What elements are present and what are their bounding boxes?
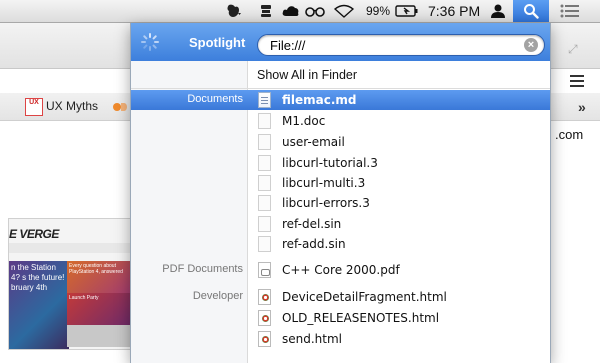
- wifi-icon[interactable]: [334, 4, 354, 18]
- result-label: send.html: [282, 332, 343, 346]
- menu-bar: 99% 7:36 PM: [0, 0, 600, 23]
- result-row[interactable]: libcurl-errors.3: [131, 193, 550, 213]
- thumbnail-hero: n the Station 4? s the future! bruary 4t…: [9, 261, 69, 349]
- file-icon: [258, 134, 271, 150]
- file-icon: [258, 236, 271, 252]
- result-row[interactable]: user-email: [131, 132, 550, 152]
- file-icon: [258, 216, 271, 232]
- result-label: M1.doc: [282, 114, 326, 128]
- result-row[interactable]: Documents filemac.md: [131, 90, 550, 110]
- spotlight-header: Spotlight ×: [131, 23, 550, 61]
- partial-email-text: .com: [555, 127, 584, 142]
- file-icon: [258, 195, 271, 211]
- result-category: PDF Documents: [162, 263, 243, 275]
- spinner-icon: [141, 33, 159, 51]
- result-row[interactable]: M1.doc: [131, 111, 550, 131]
- result-row[interactable]: send.html: [131, 329, 550, 349]
- pdf-icon: [258, 262, 271, 278]
- result-category: Developer: [192, 290, 243, 302]
- thumbnail-card-1: Every question about PlayStation 4, answ…: [67, 261, 133, 293]
- result-row[interactable]: ref-add.sin: [131, 234, 550, 254]
- result-row[interactable]: PDF Documents C++ Core 2000.pdf: [131, 260, 550, 280]
- result-label: DeviceDetailFragment.html: [282, 290, 447, 304]
- html-icon: [258, 331, 271, 347]
- result-label: filemac.md: [282, 93, 357, 107]
- spotlight-panel: Spotlight × Show All in Finder Documents…: [130, 23, 551, 363]
- result-row[interactable]: libcurl-tutorial.3: [131, 153, 550, 173]
- bookmark-dot-icon-2: [121, 103, 127, 111]
- thumbnail-nav: [9, 243, 133, 253]
- result-label: ref-add.sin: [282, 237, 346, 251]
- result-label: libcurl-multi.3: [282, 176, 366, 190]
- bookmark-ux-myths[interactable]: UX Myths: [46, 99, 98, 113]
- spotlight-title: Spotlight: [189, 35, 246, 50]
- show-all-in-finder[interactable]: Show All in Finder: [257, 68, 357, 82]
- result-label: OLD_RELEASENOTES.html: [282, 311, 440, 325]
- evernote-icon[interactable]: [226, 4, 242, 18]
- verge-thumbnail[interactable]: E VERGE n the Station 4? s the future! b…: [8, 218, 134, 350]
- result-label: libcurl-errors.3: [282, 196, 370, 210]
- spotlight-search-input[interactable]: [270, 36, 510, 54]
- clear-search-icon[interactable]: ×: [524, 38, 538, 52]
- html-icon: [258, 289, 271, 305]
- result-row[interactable]: ref-del.sin: [131, 214, 550, 234]
- expand-icon[interactable]: ⤢: [568, 42, 578, 57]
- browser-menu-icon[interactable]: [570, 75, 584, 90]
- result-label: ref-del.sin: [282, 217, 342, 231]
- result-row[interactable]: Developer DeviceDetailFragment.html: [131, 287, 550, 307]
- thumbnail-card-3: [67, 325, 131, 347]
- spotlight-search-field[interactable]: ×: [257, 34, 545, 56]
- thumbnail-header: E VERGE: [9, 227, 59, 241]
- result-label: libcurl-tutorial.3: [282, 156, 378, 170]
- bookmarks-overflow-chevron[interactable]: »: [578, 99, 586, 115]
- markdown-doc-icon: [258, 92, 271, 108]
- result-row[interactable]: OLD_RELEASENOTES.html: [131, 308, 550, 328]
- result-label: C++ Core 2000.pdf: [282, 263, 400, 277]
- result-label: user-email: [282, 135, 345, 149]
- user-icon[interactable]: [490, 4, 506, 18]
- ux-myths-favicon: UX: [25, 98, 43, 116]
- divider: [131, 88, 550, 89]
- battery-icon[interactable]: [395, 4, 419, 18]
- spotlight-icon: [524, 4, 539, 19]
- bookmark-dot-icon: [113, 103, 121, 111]
- glasses-icon[interactable]: [305, 4, 325, 18]
- html-icon: [258, 310, 271, 326]
- file-icon: [258, 175, 271, 191]
- cloud-icon[interactable]: [282, 4, 300, 18]
- spotlight-menu-button[interactable]: [513, 0, 549, 22]
- timemachine-icon[interactable]: [259, 4, 273, 18]
- result-category: Documents: [187, 93, 243, 105]
- file-icon: [258, 155, 271, 171]
- notification-center-icon[interactable]: [560, 4, 580, 18]
- file-icon: [258, 113, 271, 129]
- battery-percentage[interactable]: 99%: [366, 0, 390, 22]
- thumbnail-card-2: Launch Party: [67, 293, 133, 325]
- menu-clock[interactable]: 7:36 PM: [428, 0, 480, 22]
- result-row[interactable]: libcurl-multi.3: [131, 173, 550, 193]
